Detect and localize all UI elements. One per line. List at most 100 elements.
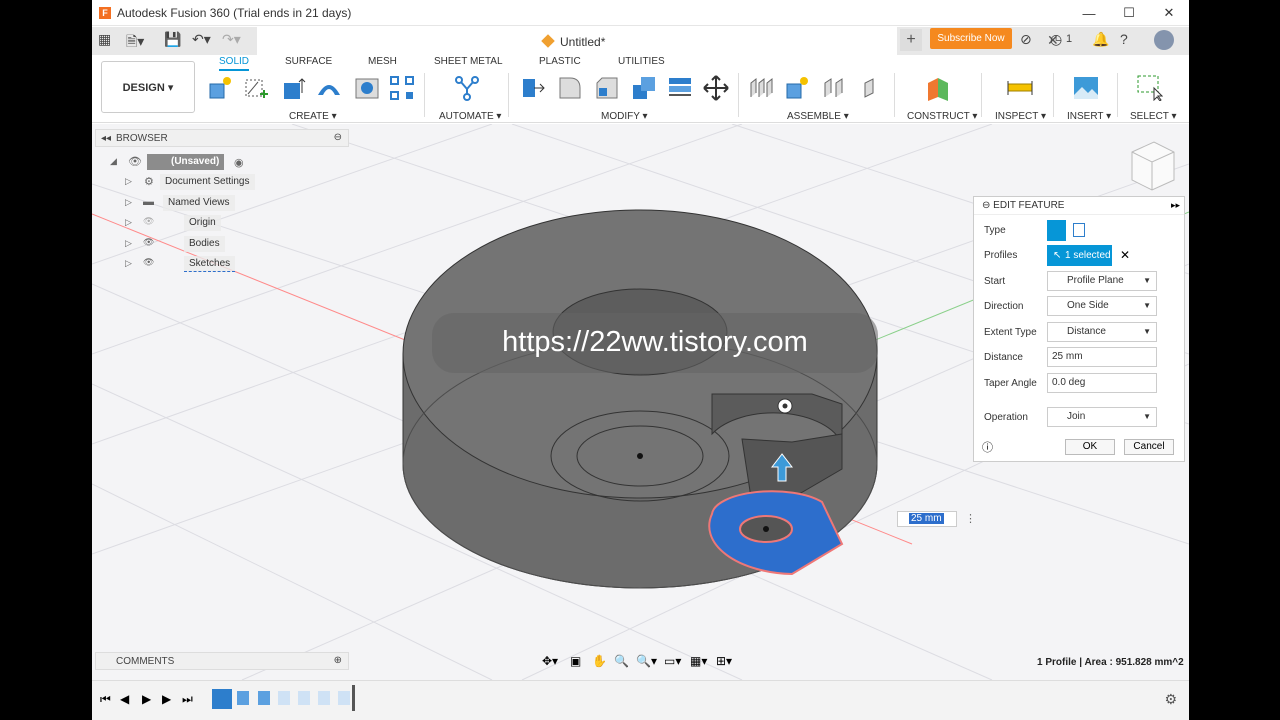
go-to-start-icon[interactable]: ⏮ [100,692,111,707]
timeline-feature-extrude[interactable] [258,691,270,705]
collapse-panel-icon[interactable]: ◂◂ [101,133,111,144]
look-at-icon[interactable]: ▣ [570,654,581,668]
visibility-eye-icon[interactable]: 👁 [143,257,154,268]
browser-item-sketches[interactable]: Sketches [184,256,236,272]
tab-surface[interactable]: SURFACE [285,56,332,67]
document-tab[interactable]: Untitled* ✕ [257,27,1059,55]
timeline-feature-sketch[interactable] [212,689,232,709]
construct-menu[interactable]: CONSTRUCT ▾ [907,111,977,122]
press-pull-icon[interactable] [520,75,546,101]
revolve-icon[interactable] [316,75,342,101]
timeline-feature[interactable] [298,691,310,705]
select-menu[interactable]: SELECT ▾ [1130,111,1177,122]
insert-image-icon[interactable] [1073,75,1099,101]
user-avatar[interactable] [1154,30,1174,50]
browser-item-bodies[interactable]: Bodies [184,236,225,252]
insert-menu[interactable]: INSERT ▾ [1067,111,1111,122]
zoom-icon[interactable]: 🔍 [614,654,629,668]
timeline-feature-extrude[interactable] [237,691,249,705]
select-box-icon[interactable] [1137,75,1163,101]
help-icon[interactable]: ? [1120,31,1128,47]
expand-arrow-icon[interactable]: ▷ [125,197,132,208]
expand-arrow-icon[interactable]: ▷ [125,238,132,249]
fit-icon[interactable]: 🔍▾ [636,654,657,668]
info-icon[interactable]: ⓘ [982,439,993,455]
browser-item-named-views[interactable]: Named Views [163,195,235,211]
file-menu-icon[interactable]: 🗎▾ [126,31,144,55]
direction-dropdown[interactable]: One Side ▼ [1047,296,1157,316]
distance-dimension-input[interactable]: 25 mm [897,511,957,527]
display-settings-icon[interactable]: ▭▾ [664,654,681,668]
extent-type-dropdown[interactable]: Distance ▼ [1047,322,1157,342]
operation-dropdown[interactable]: Join ▼ [1047,407,1157,427]
chamfer-icon[interactable] [594,75,620,101]
workspace-switcher-button[interactable]: DESIGN ▾ [101,61,195,113]
extensions-icon[interactable]: ⊘ [1020,31,1032,48]
pattern-icon[interactable] [389,75,415,101]
start-dropdown[interactable]: Profile Plane ▼ [1047,271,1157,291]
viewports-icon[interactable]: ⊞▾ [716,654,732,668]
minimize-icon[interactable]: — [1069,0,1109,26]
activate-radio-icon[interactable]: ◉ [234,156,244,169]
rigid-group-icon[interactable] [857,75,883,101]
profiles-selection-button[interactable]: ↖ 1 selected [1047,245,1112,266]
expand-dialog-icon[interactable]: ▸▸ [1171,200,1180,211]
as-built-joint-icon[interactable] [821,75,847,101]
maximize-icon[interactable]: ☐ [1109,0,1149,26]
root-component-item[interactable]: (Unsaved) [147,154,225,170]
browser-item-origin[interactable]: Origin [184,215,221,231]
cancel-button[interactable]: Cancel [1124,439,1174,455]
expand-arrow-icon[interactable]: ▷ [125,217,132,228]
browser-minimize-icon[interactable]: ⊖ [334,132,342,143]
create-sketch-icon[interactable] [243,75,269,101]
redo-icon[interactable]: ↷▾ [222,31,241,48]
design-canvas[interactable]: ◂◂ BROWSER ⊖ ◢ 👁 (Unsaved) ◉ ▷ ⚙ Documen… [92,124,1189,680]
more-options-icon[interactable]: ⋮ [965,512,976,525]
close-icon[interactable]: ✕ [1149,0,1189,26]
new-component-assemble-icon[interactable] [784,75,810,101]
tab-solid[interactable]: SOLID [219,56,250,71]
expand-arrow-icon[interactable]: ▷ [125,258,132,269]
extrude-icon[interactable] [280,75,306,101]
joint-icon[interactable] [748,75,774,101]
step-forward-icon[interactable]: ▶ [162,692,171,706]
expand-arrow-icon[interactable]: ▷ [125,176,132,187]
subscribe-button[interactable]: Subscribe Now [930,28,1012,49]
expand-root-icon[interactable]: ◢ [110,156,117,167]
hole-icon[interactable] [354,75,380,101]
visibility-eye-icon[interactable]: 👁 [143,237,154,248]
undo-icon[interactable]: ↶▾ [192,31,211,48]
timeline-feature[interactable] [318,691,330,705]
timeline-feature[interactable] [278,691,290,705]
fillet-icon[interactable] [557,75,583,101]
play-icon[interactable]: ▶ [142,692,151,706]
assemble-menu[interactable]: ASSEMBLE ▾ [787,111,849,122]
timeline-settings-icon[interactable]: ⚙ [1164,691,1177,708]
new-component-icon[interactable] [207,75,233,101]
distance-field[interactable]: 25 mm [1047,347,1157,367]
hidden-eye-icon[interactable]: 👁 [143,216,154,227]
construct-plane-icon[interactable] [926,75,952,101]
orbit-icon[interactable]: ✥▾ [542,654,558,668]
taper-angle-field[interactable]: 0.0 deg [1047,373,1157,393]
clear-selection-icon[interactable]: ✕ [1120,248,1130,262]
grid-menu-icon[interactable]: ▦ [98,31,111,48]
step-back-icon[interactable]: ◀ [120,692,129,706]
modify-menu[interactable]: MODIFY ▾ [601,111,648,122]
combine-icon[interactable] [667,75,693,101]
automate-menu[interactable]: AUTOMATE ▾ [439,111,501,122]
add-comment-icon[interactable]: ⊕ [334,655,342,666]
browser-panel-header[interactable]: ◂◂ BROWSER ⊖ [95,129,349,147]
visibility-eye-icon[interactable]: 👁 [128,155,142,168]
extrude-type-solid-button[interactable] [1047,220,1066,241]
automate-icon[interactable] [454,75,480,101]
shell-icon[interactable] [631,75,657,101]
create-menu[interactable]: CREATE ▾ [289,111,337,122]
timeline-marker[interactable] [352,685,355,711]
go-to-end-icon[interactable]: ⏭ [182,692,193,707]
tab-sheet-metal[interactable]: SHEET METAL [434,56,503,67]
comments-panel-header[interactable]: COMMENTS ⊕ [95,652,349,670]
ok-button[interactable]: OK [1065,439,1115,455]
move-copy-icon[interactable] [703,75,729,101]
tab-mesh[interactable]: MESH [368,56,397,67]
